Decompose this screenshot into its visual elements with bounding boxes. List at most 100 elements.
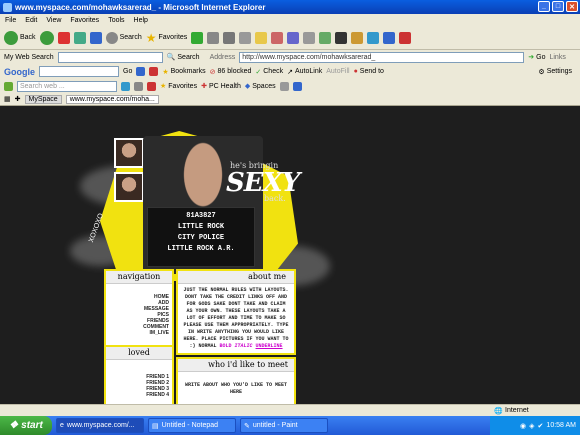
menu-favorites[interactable]: Favorites [70, 17, 99, 24]
search-icon [105, 31, 118, 44]
extra-icon[interactable] [279, 81, 289, 91]
window-title-bar: www.myspace.com/mohawksarerad_ - Microso… [0, 0, 580, 14]
taskbar-item-ie[interactable]: e www.myspace.com/... [56, 418, 144, 433]
face-image [116, 140, 142, 166]
ie-icon: e [60, 422, 64, 429]
thumbnail-photo[interactable] [114, 172, 144, 202]
google-go-button[interactable]: Go [123, 68, 132, 75]
friend-link[interactable]: FRIEND 4 [106, 392, 169, 398]
tool-icon[interactable] [303, 31, 316, 44]
print-icon[interactable] [223, 31, 236, 44]
zone-label: Internet [505, 407, 529, 414]
mail-icon[interactable] [134, 81, 143, 91]
popup-blocker[interactable]: ⊘ 86 blocked [210, 68, 252, 76]
address-bar[interactable]: http://www.myspace.com/mohawksarerad_ [239, 51, 525, 63]
search-web-input[interactable]: Search web ... [17, 80, 117, 92]
favorites-toolbar-button[interactable]: ★ Favorites [160, 82, 197, 91]
my-web-search-button[interactable]: 🔍 Search [166, 53, 200, 62]
go-arrow-icon: ➜ [528, 54, 535, 61]
mugshot-sign: 81A3827 LITTLE ROCK CITY POLICE LITTLE R… [147, 207, 255, 267]
menu-tools[interactable]: Tools [108, 17, 124, 24]
tab-myspace[interactable]: MySpace [24, 94, 62, 104]
addon-icon[interactable] [147, 81, 156, 91]
window-controls: _ □ ✕ [538, 1, 578, 12]
toolbar-logo-icon [4, 81, 13, 91]
start-button[interactable]: ❖ start [0, 416, 52, 435]
window-title: www.myspace.com/mohawksarerad_ - Microso… [15, 2, 266, 12]
google-icon[interactable] [136, 67, 146, 76]
tray-icon[interactable]: ◈ [529, 422, 534, 430]
check-icon: ✓ [255, 68, 262, 76]
autofill-button[interactable]: AutoFill [326, 68, 349, 75]
back-button[interactable]: Back [4, 30, 36, 45]
tab-list-icon[interactable]: ▦ [4, 95, 11, 103]
extra-icon[interactable] [319, 31, 332, 44]
meet-title: who i'd like to meet [178, 359, 294, 372]
favorites-button[interactable]: ★ Favorites [146, 31, 188, 45]
menu-help[interactable]: Help [134, 17, 148, 24]
search-go-icon[interactable] [121, 81, 130, 91]
search-button[interactable]: Search [105, 31, 142, 44]
back-text: back. [264, 194, 286, 203]
addon5-icon[interactable] [399, 31, 412, 44]
addon3-icon[interactable] [367, 31, 380, 44]
spell-check-button[interactable]: ✓ Check [255, 68, 283, 76]
menu-edit[interactable]: Edit [25, 17, 37, 24]
help-icon[interactable] [292, 81, 302, 91]
nav-link-im-live[interactable]: IM_LIVE [106, 330, 169, 336]
research-icon[interactable] [287, 31, 300, 44]
forward-button[interactable] [39, 30, 54, 45]
health-icon: ✚ [201, 83, 207, 90]
search-icon: 🔍 [166, 54, 176, 61]
addon-icon[interactable] [335, 31, 348, 44]
addon4-icon[interactable] [383, 31, 396, 44]
taskbar-item-paint[interactable]: ✎ untitled - Paint [240, 418, 328, 433]
stop-icon[interactable] [57, 31, 70, 44]
ie-icon [3, 2, 12, 12]
navigation-title: navigation [106, 271, 172, 284]
autolink-button[interactable]: ↗ AutoLink [287, 68, 322, 76]
menu-view[interactable]: View [46, 17, 61, 24]
news-icon[interactable] [149, 67, 159, 76]
sexy-title: SEXY [226, 168, 300, 198]
tray-icon[interactable]: ✔ [538, 422, 544, 430]
bookmarks-button[interactable]: ★ Bookmarks [162, 68, 205, 76]
addon2-icon[interactable] [351, 31, 364, 44]
minimize-button[interactable]: _ [538, 1, 550, 12]
navigation-panel: navigation HOME ADD MESSAGE PICS FRIENDS… [104, 269, 174, 349]
menu-file[interactable]: File [5, 17, 16, 24]
go-button[interactable]: ➜ Go [528, 53, 545, 62]
close-button[interactable]: ✕ [566, 1, 578, 12]
spaces-button[interactable]: ◆ Spaces [245, 82, 276, 91]
my-web-search-input[interactable] [57, 51, 163, 63]
mail-icon[interactable] [207, 31, 220, 44]
send-to-button[interactable]: ● Send to [354, 68, 384, 75]
clock: 10:58 AM [546, 422, 576, 429]
thumbnail-photo[interactable] [114, 138, 144, 168]
edit-icon[interactable] [239, 31, 252, 44]
status-bar: 🌐 Internet [0, 404, 580, 416]
taskbar-item-notepad[interactable]: ▤ Untitled - Notepad [148, 418, 236, 433]
my-web-search-label: My Web Search [4, 53, 54, 61]
links-label[interactable]: Links [549, 54, 565, 61]
messenger-icon[interactable] [271, 31, 284, 44]
home-icon[interactable] [89, 31, 102, 44]
history-icon[interactable] [191, 31, 204, 44]
google-search-input[interactable] [39, 66, 119, 77]
star-icon: ★ [160, 83, 167, 90]
address-label: Address [209, 53, 236, 61]
maximize-button[interactable]: □ [552, 1, 564, 12]
tab-current[interactable]: www.myspace.com/moha... [65, 94, 159, 104]
settings-button[interactable]: ⚙ Settings [538, 68, 572, 76]
refresh-icon[interactable] [73, 31, 86, 44]
new-tab-icon[interactable]: ✚ [15, 95, 21, 103]
folder-icon[interactable] [255, 31, 268, 44]
tray-icon[interactable]: ◉ [520, 422, 526, 430]
windows-logo-icon: ❖ [9, 420, 19, 431]
pc-health-button[interactable]: ✚ PC Health [201, 82, 241, 91]
loved-title: loved [106, 347, 172, 360]
star-icon: ★ [145, 30, 157, 45]
gear-icon: ⚙ [538, 68, 545, 76]
meet-panel: who i'd like to meet WRITE ABOUT WHO YOU… [176, 357, 296, 404]
taskbar: ❖ start e www.myspace.com/... ▤ Untitled… [0, 416, 580, 435]
